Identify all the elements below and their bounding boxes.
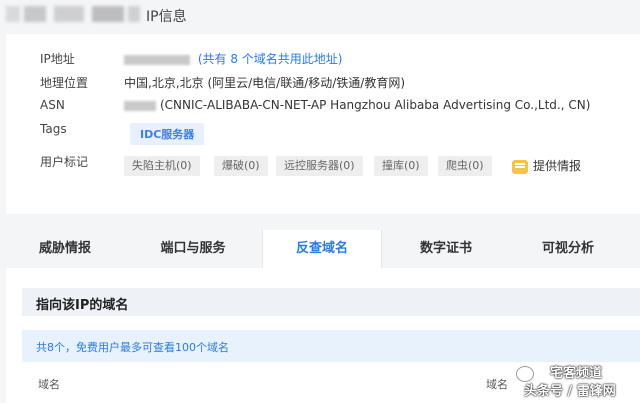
mark-credential-stuffing-button[interactable]: 撞库(0) <box>374 156 428 176</box>
chat-bubble-icon <box>512 159 528 174</box>
ip-label: IP地址 <box>40 52 75 66</box>
section-header: 指向该IP的域名 <box>22 288 640 316</box>
redacted-ip <box>124 54 190 65</box>
asn-label: ASN <box>40 98 65 112</box>
tab-bar: 威胁情报 端口与服务 反查域名 数字证书 可视分析 <box>0 230 640 268</box>
ip-info-card: IP地址 (共有 8 个域名共用此地址) 地理位置 中国,北京,北京 (阿里云/… <box>6 34 640 214</box>
tab-reverse-domain[interactable]: 反查域名 <box>262 230 382 268</box>
tab-certificates[interactable]: 数字证书 <box>382 230 510 268</box>
tags-label: Tags <box>40 122 67 136</box>
watermark: 宅客频道 头条号 / 雷锋网 <box>514 360 640 400</box>
report-intel-link[interactable]: 提供情报 <box>512 157 581 174</box>
tab-ports-services[interactable]: 端口与服务 <box>124 230 262 268</box>
mark-crawler-button[interactable]: 爬虫(0) <box>438 156 492 176</box>
mark-c2-server-button[interactable]: 远控服务器(0) <box>276 156 363 176</box>
watermark-line-1: 宅客频道 <box>550 366 603 381</box>
column-header-domain[interactable]: 域名 <box>38 376 60 392</box>
user-mark-label: 用户标记 <box>40 155 89 169</box>
top-header: IP信息 <box>0 0 640 30</box>
location-label: 地理位置 <box>40 76 89 90</box>
location-value: 中国,北京,北京 (阿里云/电信/联通/移动/铁通/教育网) <box>124 76 406 90</box>
free-user-notice: 共8个，免费用户最多可查看100个域名 <box>22 330 640 362</box>
tab-threat-intel[interactable]: 威胁情报 <box>6 230 124 268</box>
asn-text: (CNNIC-ALIBABA-CN-NET-AP Hangzhou Alibab… <box>160 98 591 112</box>
asn-value: (CNNIC-ALIBABA-CN-NET-AP Hangzhou Alibab… <box>124 98 590 112</box>
idc-server-tag[interactable]: IDC服务器 <box>130 123 205 145</box>
ip-value: (共有 8 个域名共用此地址) <box>124 50 342 67</box>
page-title: IP信息 <box>146 9 187 25</box>
section-title: 指向该IP的域名 <box>36 298 129 313</box>
notice-text: 共8个，免费用户最多可查看100个域名 <box>36 341 229 354</box>
tab-visual-analysis[interactable]: 可视分析 <box>510 230 626 268</box>
column-header-domain-2[interactable]: 域名 <box>486 376 508 392</box>
redacted-ip-title <box>6 6 140 22</box>
mark-compromised-host-button[interactable]: 失陷主机(0) <box>124 156 200 176</box>
shared-domains-link[interactable]: (共有 8 个域名共用此地址) <box>198 52 343 66</box>
watermark-line-2: 头条号 / 雷锋网 <box>524 384 616 399</box>
report-intel-label: 提供情报 <box>533 159 582 173</box>
mark-bruteforce-button[interactable]: 爆破(0) <box>214 156 268 176</box>
redacted-asn <box>124 100 156 111</box>
